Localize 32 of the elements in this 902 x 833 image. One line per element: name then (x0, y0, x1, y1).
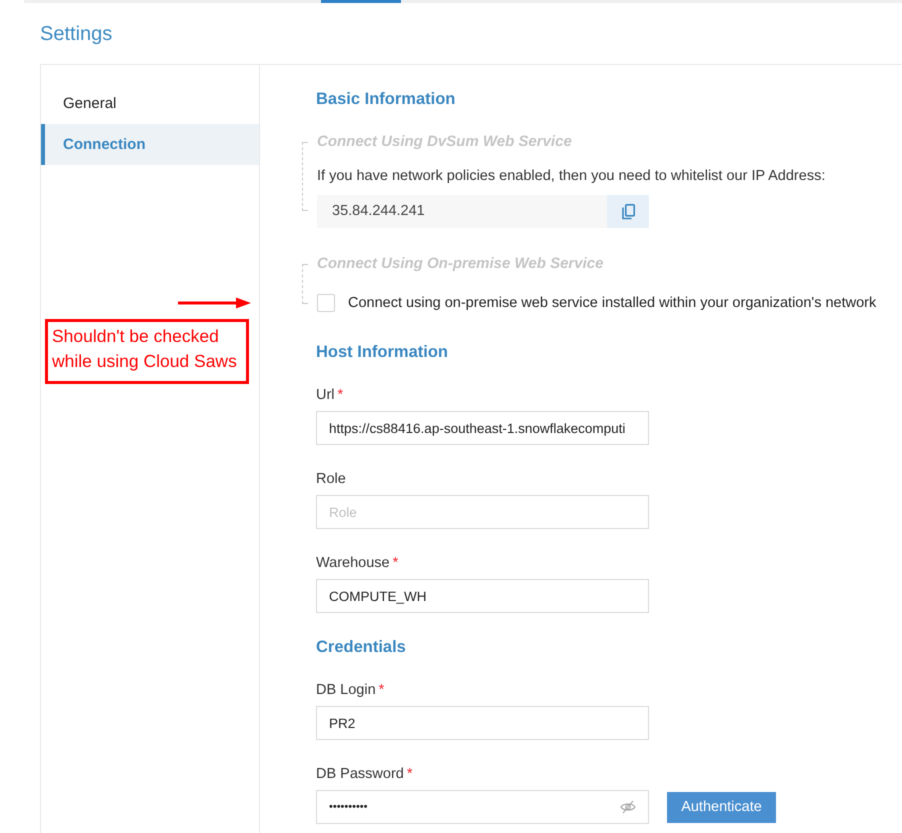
option-title: Connect Using On-premise Web Service (317, 254, 604, 274)
right-arrow-icon (178, 297, 251, 309)
checkbox-label: Connect using on-premise web service installed within your organization's network (348, 294, 876, 313)
field-label: Warehouse (316, 554, 390, 573)
copy-icon (622, 204, 634, 220)
text-input[interactable]: COMPUTE_WH (316, 579, 649, 613)
ip-address-field: 35.84.244.241 (317, 195, 607, 228)
required-marker: * (406, 765, 412, 784)
text-input[interactable]: Role (316, 495, 649, 529)
bracket-line (302, 142, 308, 211)
field-label: Role (316, 470, 346, 489)
section-heading: Credentials (316, 637, 407, 658)
section-heading: Host Information (316, 342, 449, 363)
required-marker: * (392, 554, 398, 573)
sidebar-item[interactable]: General (41, 83, 259, 124)
copy-button[interactable] (607, 195, 649, 228)
field-label: DB Password (316, 765, 404, 784)
checkbox[interactable] (317, 294, 335, 312)
field-label: DB Login (316, 681, 376, 700)
required-marker: * (378, 681, 384, 700)
field-label: Url (316, 386, 335, 405)
text-input[interactable]: PR2 (316, 706, 649, 740)
annotation-note: Shouldn't be checked while using Cloud Saws (45, 319, 249, 384)
required-marker: * (338, 386, 344, 405)
option-title: Connect Using DvSum Web Service (317, 132, 573, 152)
password-field[interactable]: •••••••••• (316, 790, 649, 824)
text-input[interactable]: https://cs88416.ap-southeast-1.snowflakecomputi (316, 411, 649, 445)
page-title: Settings (40, 22, 114, 47)
description-text: If you have network policies enabled, then you need to whitelist our IP Address: (317, 167, 826, 186)
bracket-line (302, 264, 308, 304)
section-heading: Basic Information (316, 89, 456, 110)
eye-slash-icon[interactable] (620, 800, 636, 814)
